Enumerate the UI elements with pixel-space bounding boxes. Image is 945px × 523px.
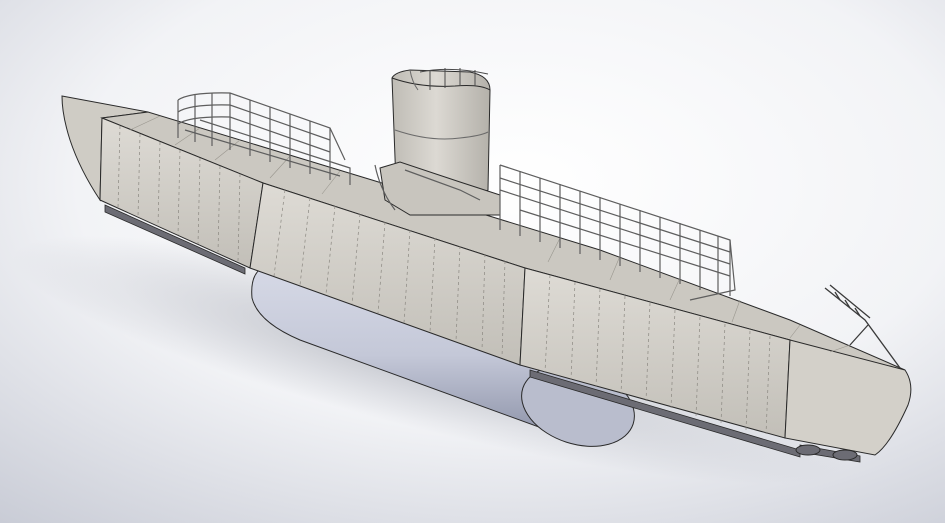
submarine-model-render	[0, 0, 945, 523]
cad-viewport[interactable]	[0, 0, 945, 523]
